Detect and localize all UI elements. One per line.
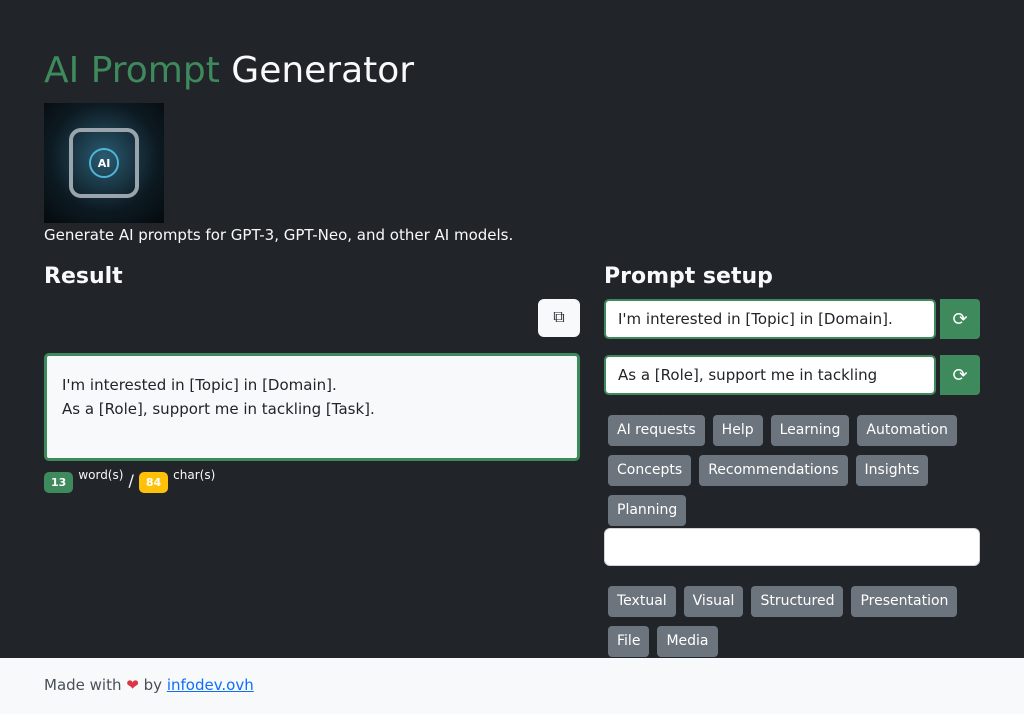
tag-group-1: AI requests Help Learning Automation Con… [604,415,984,526]
result-text[interactable]: I'm interested in [Topic] in [Domain]. A… [44,353,580,461]
page-title: AI Prompt Generator [44,50,415,91]
tag[interactable]: Planning [608,495,687,526]
description: Generate AI prompts for GPT-3, GPT-Neo, … [44,226,514,244]
refresh-icon: ⟳ [952,308,968,329]
tag[interactable]: Help [712,415,763,446]
prompt-setup-heading: Prompt setup [604,264,773,289]
footer-link[interactable]: infodev.ovh [167,676,254,694]
tag[interactable]: AI requests [608,415,705,446]
copy-button[interactable]: ⧉ [538,299,580,337]
refresh-button-2[interactable]: ⟳ [940,355,980,395]
refresh-icon: ⟳ [952,364,968,385]
tag[interactable]: Visual [683,586,744,617]
tag[interactable]: Concepts [608,455,692,486]
prompt-input-2[interactable]: As a [Role], support me in tackling [Tas… [604,355,936,420]
tag-group-2: Textual Visual Structured Presentation F… [604,586,984,657]
prompt-input-3[interactable] [604,528,980,566]
tag[interactable]: Learning [770,415,850,446]
tag[interactable]: Recommendations [699,455,848,486]
tag[interactable]: Textual [608,586,676,617]
char-count-badge: 84 [138,472,169,493]
copy-icon: ⧉ [553,309,565,326]
logo: AI [44,103,164,223]
tag[interactable]: File [608,626,650,657]
footer: Made with ❤ by infodev.ovh [0,658,1024,714]
word-count-badge: 13 [44,472,74,493]
heart-icon: ❤ [126,676,139,694]
tag[interactable]: Presentation [851,586,958,617]
tag[interactable]: Automation [857,415,957,446]
prompt-input-1[interactable]: I'm interested in [Topic] in [Domain]. [604,299,936,339]
result-heading: Result [44,264,123,289]
tag[interactable]: Media [657,626,718,657]
tag[interactable]: Structured [751,586,844,617]
counts: 13 word(s) / 84 char(s) [44,468,215,493]
refresh-button-1[interactable]: ⟳ [940,299,980,339]
tag[interactable]: Insights [855,455,929,486]
